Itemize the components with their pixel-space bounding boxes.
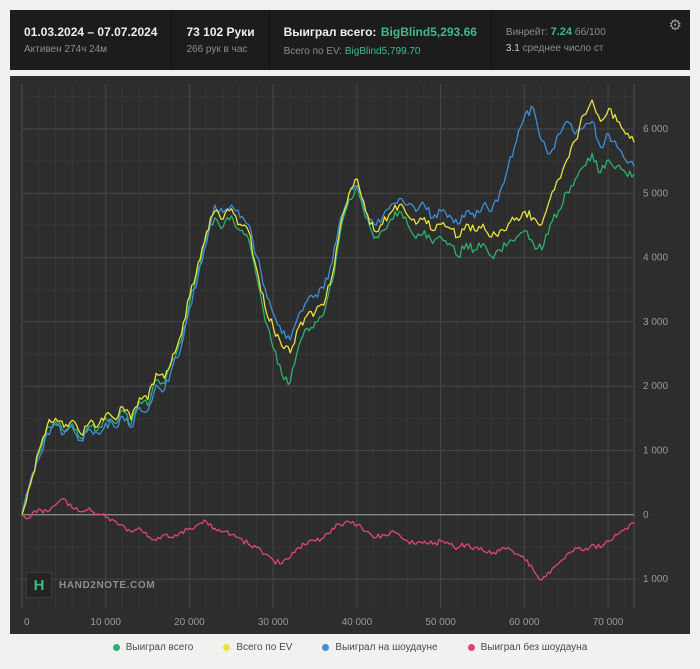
chart-legend: Выиграл всего Всего по EV Выиграл на шоу… [10,634,690,653]
legend-label: Выиграл всего [125,642,194,653]
avg-stat-value: 3.1 [505,43,520,54]
winnings-section: Выиграл всего: BigBlind5,293.66 Всего по… [268,10,491,70]
stats-header: 01.03.2024 – 07.07.2024 Активен 274ч 24м… [10,10,690,70]
svg-text:70 000: 70 000 [593,617,624,628]
svg-text:6 000: 6 000 [643,124,668,135]
svg-text:20 000: 20 000 [174,617,205,628]
svg-text:60 000: 60 000 [509,617,540,628]
winrate-unit: бб/100 [574,27,606,38]
legend-label: Выиграл без шоудауна [480,642,588,653]
won-total-value: BigBlind5,293.66 [380,25,477,39]
svg-text:50 000: 50 000 [425,617,456,628]
date-range-section: 01.03.2024 – 07.07.2024 Активен 274ч 24м [10,10,171,70]
logo-icon: H [26,572,52,598]
date-range: 01.03.2024 – 07.07.2024 [24,25,158,39]
avg-stat-label: среднее число ст [522,43,604,54]
legend-dot-green [112,644,120,651]
won-total-label: Выиграл всего: [283,25,377,39]
active-time: Активен 274ч 24м [24,44,108,55]
equity-graph[interactable]: 6 000 5 000 4 000 3 000 2 000 1 000 0 1 000 0 10 … [10,76,690,634]
legend-item-showdown[interactable]: Выиграл на шоудауне [322,642,438,653]
svg-text:0: 0 [643,510,649,521]
winrate-section: Винрейт: 7.24 бб/100 3.1 среднее число с… [490,10,620,70]
hand2note-results-window: 01.03.2024 – 07.07.2024 Активен 274ч 24м… [0,0,700,669]
svg-text:30 000: 30 000 [258,617,289,628]
svg-text:3 000: 3 000 [643,317,668,328]
svg-text:1 000: 1 000 [643,574,668,585]
equity-graph-panel: 6 000 5 000 4 000 3 000 2 000 1 000 0 1 000 0 10 … [10,76,690,634]
svg-text:40 000: 40 000 [342,617,373,628]
winrate-label: Винрейт: [505,27,548,38]
hands-count: 73 102 Руки [186,25,255,39]
legend-item-won-total[interactable]: Выиграл всего [112,642,194,653]
legend-dot-blue [322,644,330,651]
gear-icon[interactable]: ⚙ [661,10,690,40]
ev-total-value: BigBlind5,799.70 [344,46,421,57]
svg-text:4 000: 4 000 [643,253,668,264]
svg-text:10 000: 10 000 [90,617,121,628]
legend-item-ev-total[interactable]: Всего по EV [223,642,292,653]
svg-text:1 000: 1 000 [643,445,668,456]
winrate-value: 7.24 [550,26,572,38]
svg-text:0: 0 [24,617,30,628]
svg-text:5 000: 5 000 [643,188,668,199]
logo-text: HAND2NOTE.COM [59,579,156,591]
legend-dot-yellow [223,644,231,651]
hands-section: 73 102 Руки 266 рук в час [171,10,268,70]
legend-item-non-showdown[interactable]: Выиграл без шоудауна [467,642,588,653]
hands-per-hour: 266 рук в час [186,44,248,55]
ev-total-label: Всего по EV: [283,46,343,57]
legend-label: Всего по EV [236,642,293,653]
legend-dot-pink [467,644,475,651]
svg-text:2 000: 2 000 [643,381,668,392]
hand2note-logo: H HAND2NOTE.COM [26,572,155,598]
legend-label: Выиграл на шоудауне [335,642,438,653]
